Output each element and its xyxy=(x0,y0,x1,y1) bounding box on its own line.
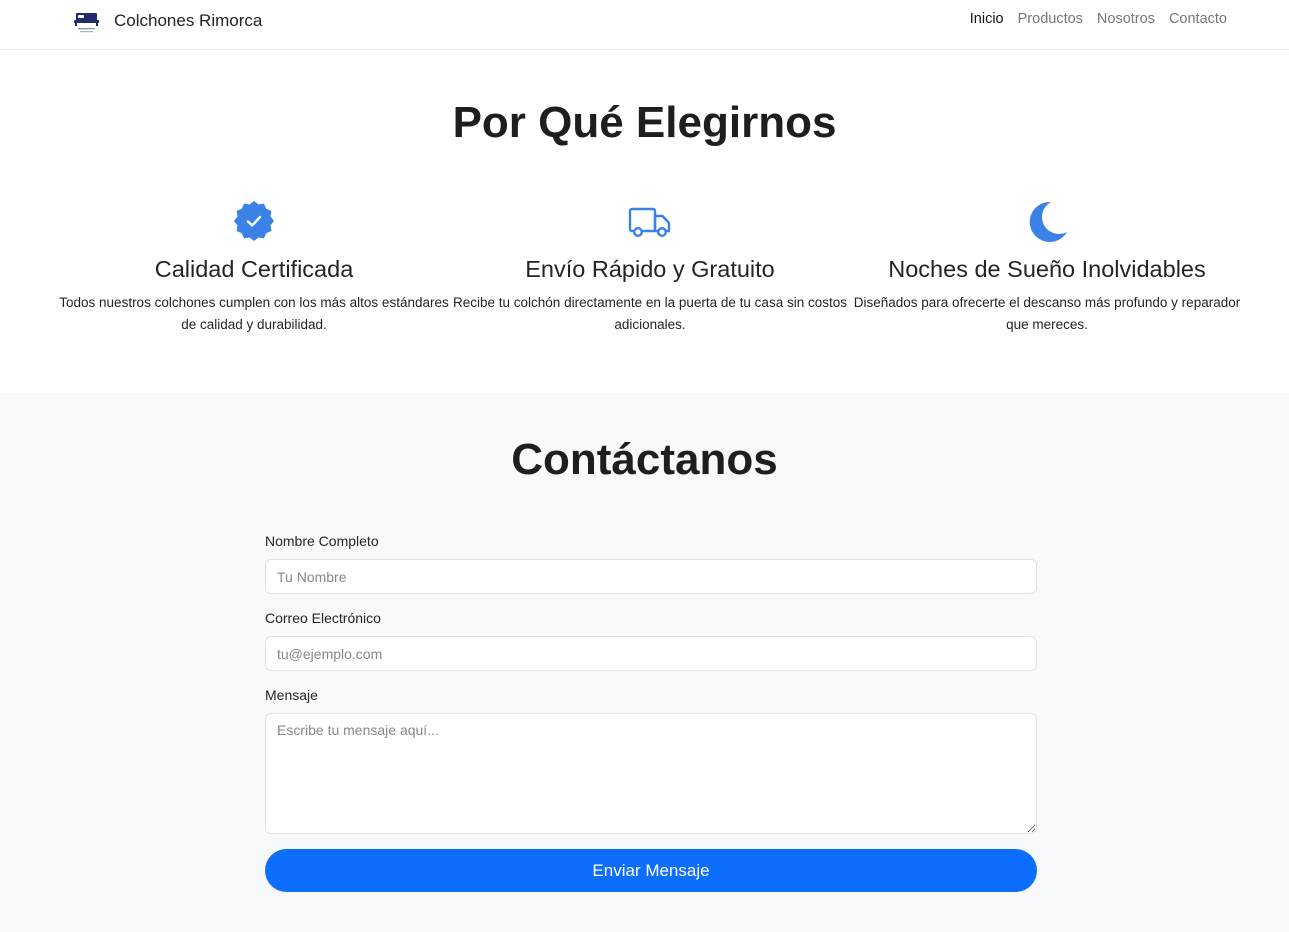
truck-icon xyxy=(628,207,671,238)
feature-title: Calidad Certificada xyxy=(154,256,354,282)
feature-description: Diseñados para ofrecerte el descanso más… xyxy=(853,295,1241,332)
message-textarea[interactable] xyxy=(265,713,1037,834)
nav-link-contacto[interactable]: Contacto xyxy=(1169,11,1227,27)
feature-description: Recibe tu colchón directamente en la pue… xyxy=(453,295,847,332)
message-label: Mensaje xyxy=(265,687,318,703)
features-title: Por Qué Elegirnos xyxy=(452,98,837,147)
email-input[interactable] xyxy=(265,636,1037,671)
brand-name: Colchones Rimorca xyxy=(114,11,263,30)
features-section: Por Qué Elegirnos Calidad Certificada To… xyxy=(0,50,1289,393)
brand[interactable]: Colchones Rimorca xyxy=(73,8,262,34)
feature-description: Todos nuestros colchones cumplen con los… xyxy=(59,295,449,332)
email-label: Correo Electrónico xyxy=(265,610,381,626)
nav-link-productos[interactable]: Productos xyxy=(1018,11,1083,27)
feature-title: Noches de Sueño Inolvidables xyxy=(888,256,1206,282)
main-nav: Inicio Productos Nosotros Contacto xyxy=(970,11,1227,27)
feature-title: Envío Rápido y Gratuito xyxy=(525,256,775,282)
contact-form: Nombre Completo Correo Electrónico Mensa… xyxy=(265,533,1037,892)
bed-logo-icon xyxy=(74,13,99,33)
certified-badge-icon xyxy=(234,201,274,241)
feature-card-sleep: Noches de Sueño Inolvidables Diseñados p… xyxy=(847,198,1247,336)
nav-link-nosotros[interactable]: Nosotros xyxy=(1097,11,1155,27)
name-input[interactable] xyxy=(265,559,1037,594)
send-message-button[interactable]: Enviar Mensaje xyxy=(265,849,1037,892)
feature-card-shipping: Envío Rápido y Gratuito Recibe tu colchó… xyxy=(450,198,850,336)
feature-card-quality: Calidad Certificada Todos nuestros colch… xyxy=(54,198,454,336)
contact-title: Contáctanos xyxy=(511,435,778,484)
moon-icon xyxy=(1029,201,1067,242)
nav-link-inicio[interactable]: Inicio xyxy=(970,11,1004,27)
name-label: Nombre Completo xyxy=(265,533,379,549)
contact-section: Contáctanos Nombre Completo Correo Elect… xyxy=(0,393,1289,932)
navbar: Colchones Rimorca Inicio Productos Nosot… xyxy=(0,0,1289,50)
